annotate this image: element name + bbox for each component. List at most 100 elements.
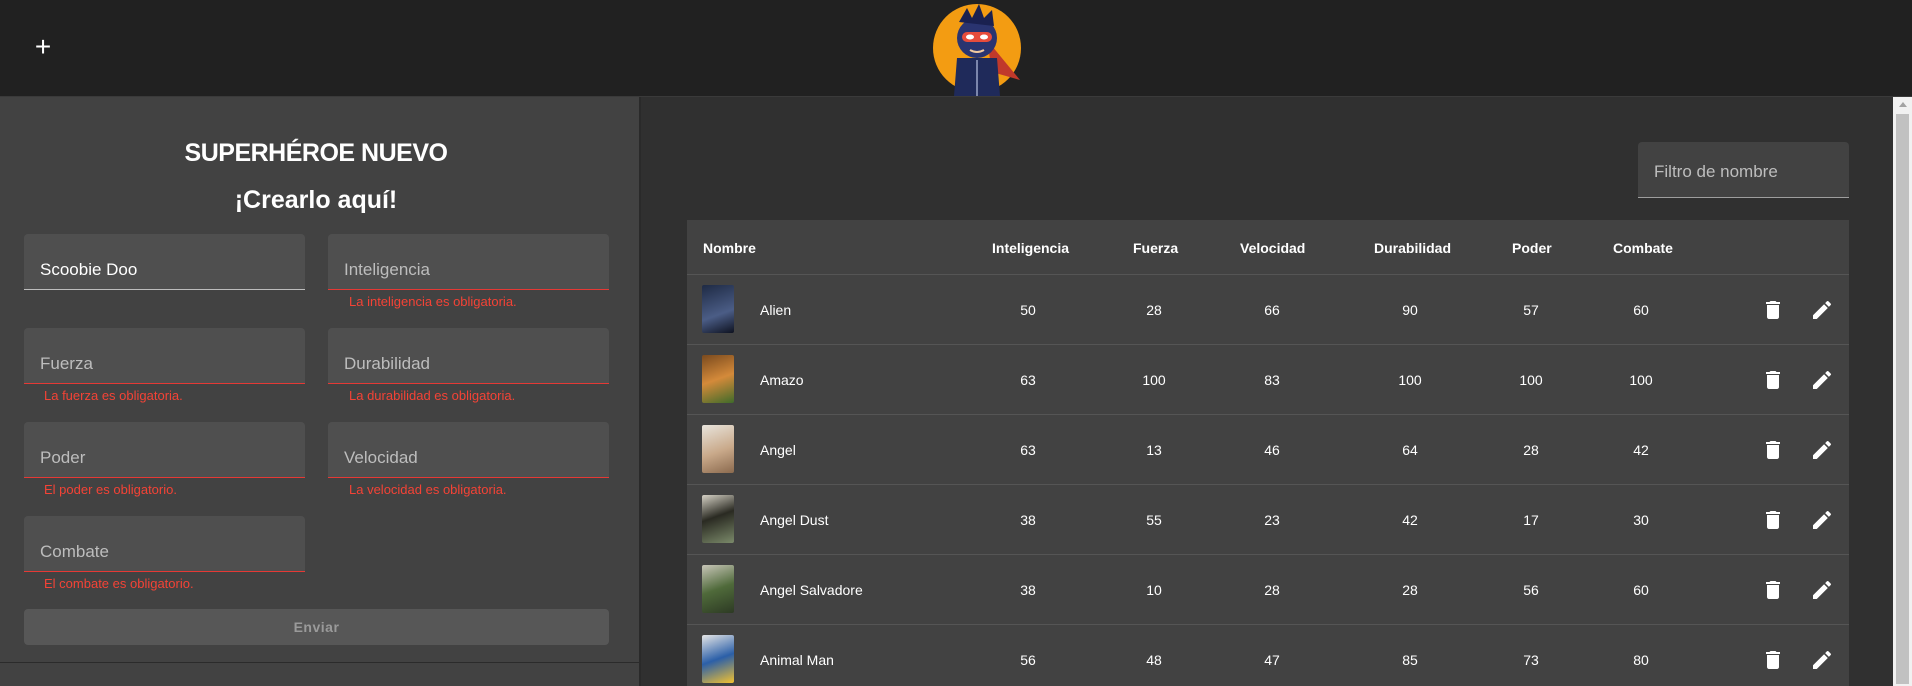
durability-error: La durabilidad es obligatoria. [349,388,516,403]
heroes-table: Nombre Inteligencia Fuerza Velocidad Dur… [687,220,1849,686]
header-speed[interactable]: Velocidad [1240,240,1305,256]
speed-value: 47 [1264,652,1280,668]
delete-icon[interactable] [1761,508,1785,532]
delete-icon[interactable] [1761,648,1785,672]
edit-icon[interactable] [1810,578,1834,602]
edit-icon[interactable] [1810,508,1834,532]
header-strength[interactable]: Fuerza [1133,240,1178,256]
power-value: 56 [1523,582,1539,598]
combat-value: 60 [1633,582,1649,598]
table-row[interactable]: Animal Man 56 48 47 85 73 80 [687,625,1849,686]
combat-value: 42 [1633,442,1649,458]
hero-name: Amazo [760,372,804,388]
power-value: 100 [1519,372,1543,388]
table-row[interactable]: Angel Dust 38 55 23 42 17 30 [687,485,1849,555]
hero-name: Alien [760,302,792,318]
power-value: 57 [1523,302,1539,318]
edit-icon[interactable] [1810,648,1834,672]
durability-value: 42 [1402,512,1418,528]
hero-thumbnail [702,565,734,613]
durability-value: 28 [1402,582,1418,598]
divider [0,662,641,663]
hero-name: Angel Dust [760,512,829,528]
strength-input[interactable] [24,328,305,384]
combat-value: 100 [1629,372,1653,388]
durability-value: 90 [1402,302,1418,318]
header-power[interactable]: Poder [1512,240,1552,256]
delete-icon[interactable] [1761,368,1785,392]
header-combat[interactable]: Combate [1613,240,1673,256]
hero-thumbnail [702,635,734,683]
power-field [24,422,305,478]
power-value: 17 [1523,512,1539,528]
top-app-bar: + [0,0,1912,97]
durability-input[interactable] [328,328,609,384]
table-row[interactable]: Angel 63 13 46 64 28 42 [687,415,1849,485]
hero-thumbnail [702,495,734,543]
combat-error: El combate es obligatorio. [44,576,194,591]
name-filter-input[interactable] [1638,142,1849,197]
strength-value: 13 [1146,442,1162,458]
name-field [24,234,305,290]
power-error: El poder es obligatorio. [44,482,177,497]
add-icon[interactable]: + [28,28,58,66]
strength-error: La fuerza es obligatoria. [44,388,183,403]
edit-icon[interactable] [1810,368,1834,392]
delete-icon[interactable] [1761,438,1785,462]
intelligence-value: 38 [1020,582,1036,598]
form-subtitle: ¡Crearlo aquí! [234,186,398,214]
speed-value: 66 [1264,302,1280,318]
strength-field [24,328,305,384]
speed-input[interactable] [328,422,609,478]
strength-value: 48 [1146,652,1162,668]
hero-name: Angel Salvadore [760,582,863,598]
intelligence-value: 50 [1020,302,1036,318]
combat-value: 60 [1633,302,1649,318]
name-filter-field [1638,142,1849,198]
edit-icon[interactable] [1810,298,1834,322]
table-header: Nombre Inteligencia Fuerza Velocidad Dur… [687,220,1849,275]
delete-icon[interactable] [1761,298,1785,322]
delete-icon[interactable] [1761,578,1785,602]
power-value: 73 [1523,652,1539,668]
combat-value: 80 [1633,652,1649,668]
page-scrollbar[interactable] [1893,97,1912,686]
superhero-logo [933,4,1021,96]
power-value: 28 [1523,442,1539,458]
combat-value: 30 [1633,512,1649,528]
scrollbar-thumb[interactable] [1896,114,1909,684]
intelligence-error: La inteligencia es obligatoria. [349,294,517,309]
intelligence-value: 63 [1020,372,1036,388]
durability-field [328,328,609,384]
speed-value: 23 [1264,512,1280,528]
strength-value: 28 [1146,302,1162,318]
power-input[interactable] [24,422,305,478]
hero-thumbnail [702,355,734,403]
name-input[interactable] [24,234,305,290]
submit-button[interactable]: Enviar [24,609,609,645]
header-intelligence[interactable]: Inteligencia [992,240,1069,256]
strength-value: 100 [1142,372,1166,388]
durability-value: 100 [1398,372,1422,388]
hero-thumbnail [702,285,734,333]
intelligence-value: 63 [1020,442,1036,458]
table-row[interactable]: Angel Salvadore 38 10 28 28 56 60 [687,555,1849,625]
speed-value: 28 [1264,582,1280,598]
intelligence-field [328,234,609,290]
strength-value: 55 [1146,512,1162,528]
intelligence-value: 38 [1020,512,1036,528]
edit-icon[interactable] [1810,438,1834,462]
speed-error: La velocidad es obligatoria. [349,482,507,497]
hero-name: Animal Man [760,652,834,668]
header-durability[interactable]: Durabilidad [1374,240,1451,256]
header-name[interactable]: Nombre [703,240,756,256]
speed-field [328,422,609,478]
intelligence-input[interactable] [328,234,609,290]
combat-input[interactable] [24,516,305,572]
table-row[interactable]: Amazo 63 100 83 100 100 100 [687,345,1849,415]
strength-value: 10 [1146,582,1162,598]
form-title: SUPERHÉROE NUEVO [184,139,448,167]
scroll-up-arrow-icon[interactable] [1899,102,1907,107]
speed-value: 83 [1264,372,1280,388]
table-row[interactable]: Alien 50 28 66 90 57 60 [687,275,1849,345]
